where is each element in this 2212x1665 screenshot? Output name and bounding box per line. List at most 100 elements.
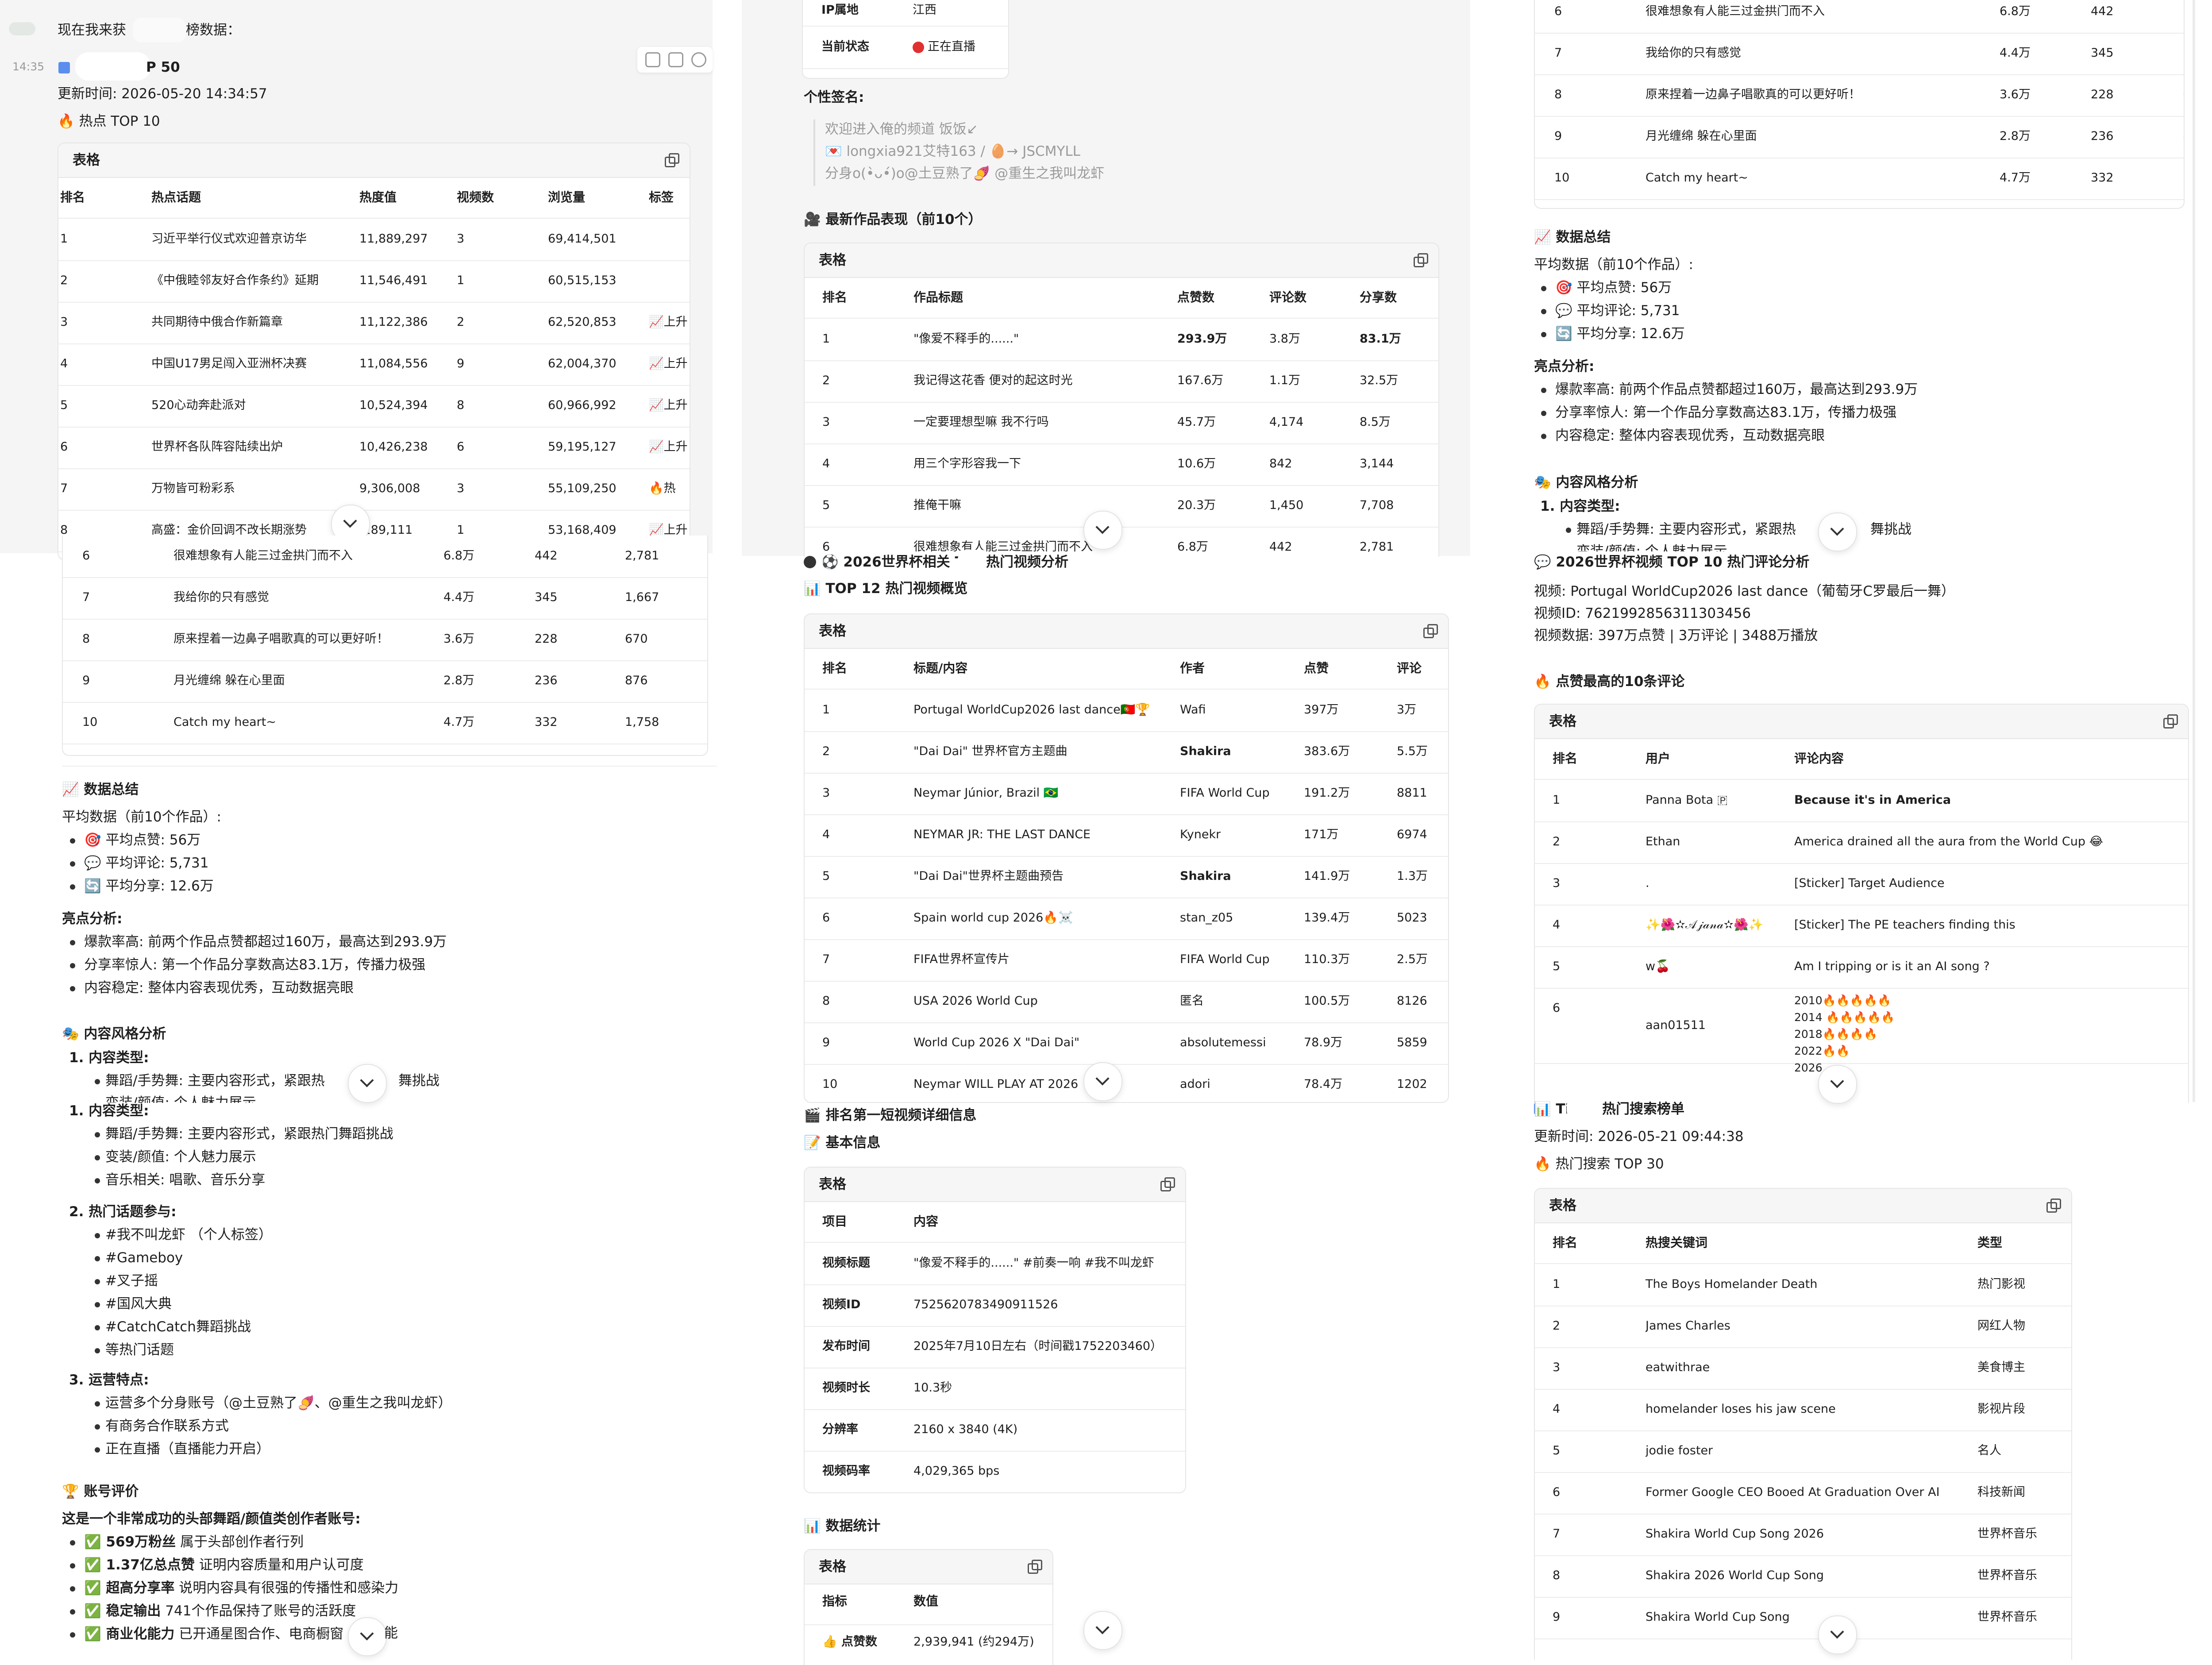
intro-text: 现在我来获: [58, 22, 126, 38]
cell-comments: 332: [2091, 171, 2114, 185]
table-row: 视频时长 10.3秒: [805, 1368, 1185, 1410]
cell-title: 原来捏着一边鼻子唱歌真的可以更好听！: [173, 632, 389, 646]
cell-rank: 5: [822, 498, 830, 512]
cell-author: stan_z05: [1180, 911, 1233, 925]
cell-title: Portugal WorldCup2026 last dance🇵🇹🏆: [913, 703, 1150, 717]
message-timestamp: 14:35: [12, 60, 45, 73]
table-row: 7 我给你的只有感觉 4.4万 345 1,667: [63, 577, 707, 620]
scroll-down-button[interactable]: [1818, 1065, 1857, 1104]
copy-table-icon[interactable]: [665, 153, 679, 167]
signature-line-3: 分身o(•̀ᴗ•́)o@土豆熟了🍠 @重生之我叫龙虾: [825, 166, 1105, 181]
redaction-blur: [958, 550, 990, 574]
cell-keyword: Shakira World Cup Song: [1646, 1610, 1790, 1624]
cell-title: 月光缠绵 躲在心里面: [1646, 129, 1757, 143]
bullet: [95, 1279, 100, 1284]
bullet: [95, 1447, 100, 1453]
table-row: 视频标题 "像爱不释手的......" #前奏一响 #我不叫龙虾: [805, 1243, 1185, 1285]
scroll-down-button[interactable]: [348, 1617, 387, 1656]
table-row: 9 World Cup 2026 X "Dai Dai" absolutemessi…: [805, 1022, 1448, 1065]
bullet: [70, 1563, 75, 1569]
cell-type: 影视片段: [1977, 1402, 2025, 1416]
table-row: 4 homelander loses his jaw scene 影视片段: [1535, 1389, 2071, 1431]
table-row: 9 月光缠绵 躲在心里面 2.8万 236 876: [63, 660, 707, 703]
edit-icon[interactable]: [645, 52, 660, 67]
highlight-title-right: 亮点分析:: [1534, 358, 1595, 374]
cell-type: 科技新闻: [1977, 1485, 2025, 1499]
cell-likes: 4.7万: [443, 715, 474, 729]
eval-item-text: 741个作品保持了账号的活跃度: [161, 1603, 356, 1619]
copy-table-icon[interactable]: [2163, 714, 2178, 728]
cell-title: Neymar Júnior, Brazil 🇧🇷: [913, 786, 1059, 800]
highlight-1-right: 爆款率高: 前两个作品点赞都超过160万，最高达到293.9万: [1555, 382, 1918, 397]
bullet: [1541, 332, 1546, 337]
share-icon[interactable]: [691, 52, 706, 67]
ops-item-2: 有商务合作联系方式: [105, 1418, 229, 1434]
cell-heat: 10,426,238: [359, 440, 428, 454]
table-row: 7 FIFA世界杯宣传片 FIFA World Cup 110.3万 2.5万: [805, 939, 1448, 982]
eval-item-strong: ✅ 商业化能力: [84, 1626, 175, 1642]
style-item-tail: 舞挑战: [398, 1073, 439, 1089]
summary-title-right: 📈 数据总结: [1534, 229, 1611, 245]
top-comments-title: 🔥 点赞最高的10条评论: [1534, 674, 1685, 690]
avg-comments: 💬 平均评论: 5,731: [84, 855, 209, 871]
bullet: [1541, 286, 1546, 291]
col-shares: 分享数: [1360, 290, 1397, 304]
comment-line: 2022🔥🔥: [1794, 1044, 1850, 1057]
cell-rank: 6: [1553, 1001, 1561, 1015]
cell-rank: 4: [822, 828, 830, 841]
eval-item-strong: ✅ 超高分享率: [84, 1580, 175, 1596]
cell-likes: 141.9万: [1304, 869, 1350, 883]
scroll-down-button[interactable]: [1818, 1615, 1857, 1654]
cell-likes: 6.8万: [1177, 540, 1208, 554]
cell-title: FIFA世界杯宣传片: [913, 952, 1010, 966]
copy-table-icon[interactable]: [1028, 1560, 1042, 1574]
cell-topic: 万物皆可粉彩系: [151, 482, 235, 495]
cell-author: adori: [1180, 1077, 1210, 1091]
cell-shares: 1,758: [625, 715, 659, 729]
col-likes: 点赞数: [1177, 290, 1215, 304]
cell-rank: 9: [822, 1036, 830, 1049]
col-rank: 排名: [60, 190, 85, 204]
cell-title: "像爱不释手的......": [913, 332, 1019, 346]
style-type-2: 1. 内容类型:: [69, 1103, 149, 1119]
cell-comments: 332: [535, 715, 558, 729]
avg-likes-right: 🎯 平均点赞: 56万: [1555, 280, 1672, 296]
avg-comments-right: 💬 平均评论: 5,731: [1555, 303, 1680, 319]
eval-item: ✅ 1.37亿总点赞 证明内容质量和用户认可度: [84, 1556, 364, 1574]
col-heat: 热度值: [359, 190, 397, 204]
copy-table-icon[interactable]: [2046, 1199, 2061, 1213]
table-row: 4 ✨🌺✫𝒜𝒿𝒶𝓃𝒶✫🌺✨ [Sticker] The PE teachers fi…: [1535, 905, 2188, 947]
cell-item: 视频时长: [822, 1381, 870, 1395]
topic-item: #我不叫龙虾 （个人标签）: [105, 1227, 272, 1243]
cell-likes: 3.6万: [2000, 88, 2031, 101]
cell-tag: 🔥热: [649, 482, 676, 495]
copy-table-icon[interactable]: [1423, 624, 1438, 638]
table-header-row: 排名 热点话题 热度值 视频数 浏览量 标签: [58, 177, 690, 219]
cell-shares: 1,758: [2183, 158, 2184, 198]
style-2-item-3: 音乐相关: 唱歌、音乐分享: [105, 1172, 266, 1188]
comments-table: 表格 排名 用户 评论内容 1 Panna Bota 🇵 Because it's …: [1534, 704, 2189, 1103]
table-row: 1 Panna Bota 🇵 Because it's in America: [1535, 780, 2188, 822]
cell-title: Catch my heart~: [173, 715, 276, 729]
cell-likes: 45.7万: [1177, 415, 1216, 429]
table-title: 表格: [1549, 1198, 1576, 1214]
cell-item: 视频码率: [822, 1464, 870, 1478]
cell-rank: 3: [60, 315, 68, 329]
col-title: 作品标题: [913, 290, 963, 304]
scroll-down-button[interactable]: [1083, 511, 1122, 550]
cell-user: Panna Bota 🇵: [1646, 793, 1728, 807]
style-item-tail-right: 舞挑战: [1870, 521, 1911, 537]
bullet: [70, 1586, 75, 1592]
style-item-clipped: 变装/颜值: 个人魅力展示: [105, 1095, 256, 1103]
scroll-down-button[interactable]: [1083, 1611, 1122, 1650]
cell-shares: 7,708: [1360, 498, 1394, 512]
cell-videos: 6: [457, 440, 465, 454]
table-header-row: 项目 内容: [805, 1201, 1185, 1243]
copy-icon[interactable]: [668, 52, 683, 67]
scroll-down-button[interactable]: [1083, 1062, 1122, 1101]
signature-line-2: 💌 longxia921艾特163 / 🥚→ JSCMYLL: [825, 143, 1080, 159]
eval-item-text: 证明内容质量和用户认可度: [194, 1557, 364, 1573]
copy-table-icon[interactable]: [1160, 1177, 1175, 1191]
cell-rank: 1: [822, 703, 830, 717]
copy-table-icon[interactable]: [1414, 253, 1428, 267]
